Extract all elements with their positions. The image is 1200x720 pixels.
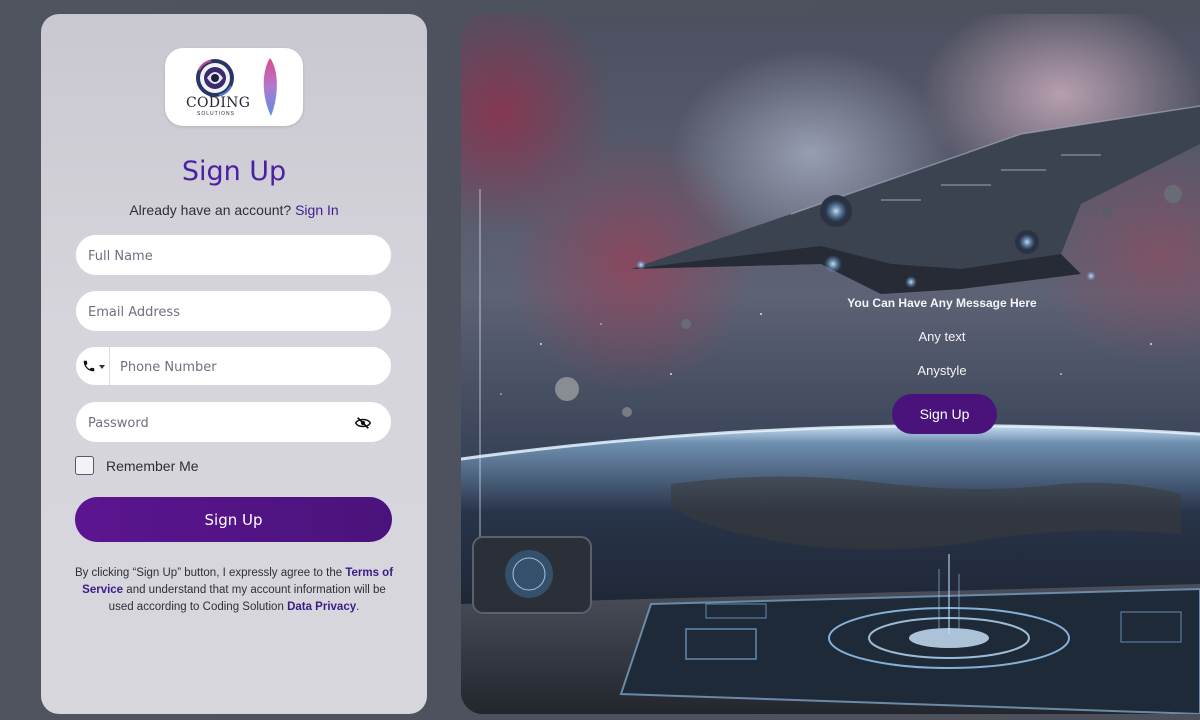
remember-me-checkbox[interactable] <box>75 456 94 475</box>
password-field <box>75 401 392 444</box>
remember-me-label: Remember Me <box>106 458 199 474</box>
phone-field <box>75 346 392 387</box>
signup-panel: CODING SOLUTIONS Sign Up Already have an… <box>41 14 427 714</box>
full-name-field <box>75 234 392 277</box>
email-input[interactable] <box>86 291 360 333</box>
hero-sign-up-button[interactable]: Sign Up <box>892 394 997 434</box>
feather-icon <box>263 58 277 116</box>
logo-text: CODING <box>186 95 251 111</box>
hero-message-3: Anystyle <box>917 363 967 378</box>
full-name-input[interactable] <box>86 235 360 277</box>
terms-end: . <box>356 601 360 613</box>
sign-in-prompt: Already have an account? Sign In <box>41 202 427 218</box>
hero-image: You Can Have Any Message Here Any text A… <box>461 14 1200 714</box>
country-code-selector[interactable] <box>76 347 110 385</box>
eye-slash-icon[interactable] <box>355 416 371 430</box>
sign-up-button[interactable]: Sign Up <box>75 497 392 542</box>
chevron-down-icon <box>99 365 105 369</box>
spaceship <box>631 105 1200 294</box>
brand-logo: CODING SOLUTIONS <box>165 48 303 126</box>
email-field <box>75 290 392 333</box>
logo-subtext: SOLUTIONS <box>197 111 235 117</box>
phone-input[interactable] <box>118 347 382 387</box>
hero-message-1: You Can Have Any Message Here <box>847 296 1037 310</box>
logo-emblem-icon <box>196 59 234 97</box>
data-privacy-link[interactable]: Data Privacy <box>287 601 356 613</box>
terms-text-1: By clicking “Sign Up” button, I expressl… <box>74 567 343 579</box>
password-input[interactable] <box>86 402 360 444</box>
terms-notice: By clicking “Sign Up” button, I expressl… <box>71 565 397 616</box>
remember-me: Remember Me <box>75 456 275 478</box>
phone-icon <box>83 360 95 372</box>
have-account-text: Already have an account? <box>129 202 292 218</box>
tablet-device <box>472 536 592 614</box>
sign-in-link[interactable]: Sign In <box>295 202 339 218</box>
hero-message-2: Any text <box>918 329 966 344</box>
page-title: Sign Up <box>181 156 287 187</box>
